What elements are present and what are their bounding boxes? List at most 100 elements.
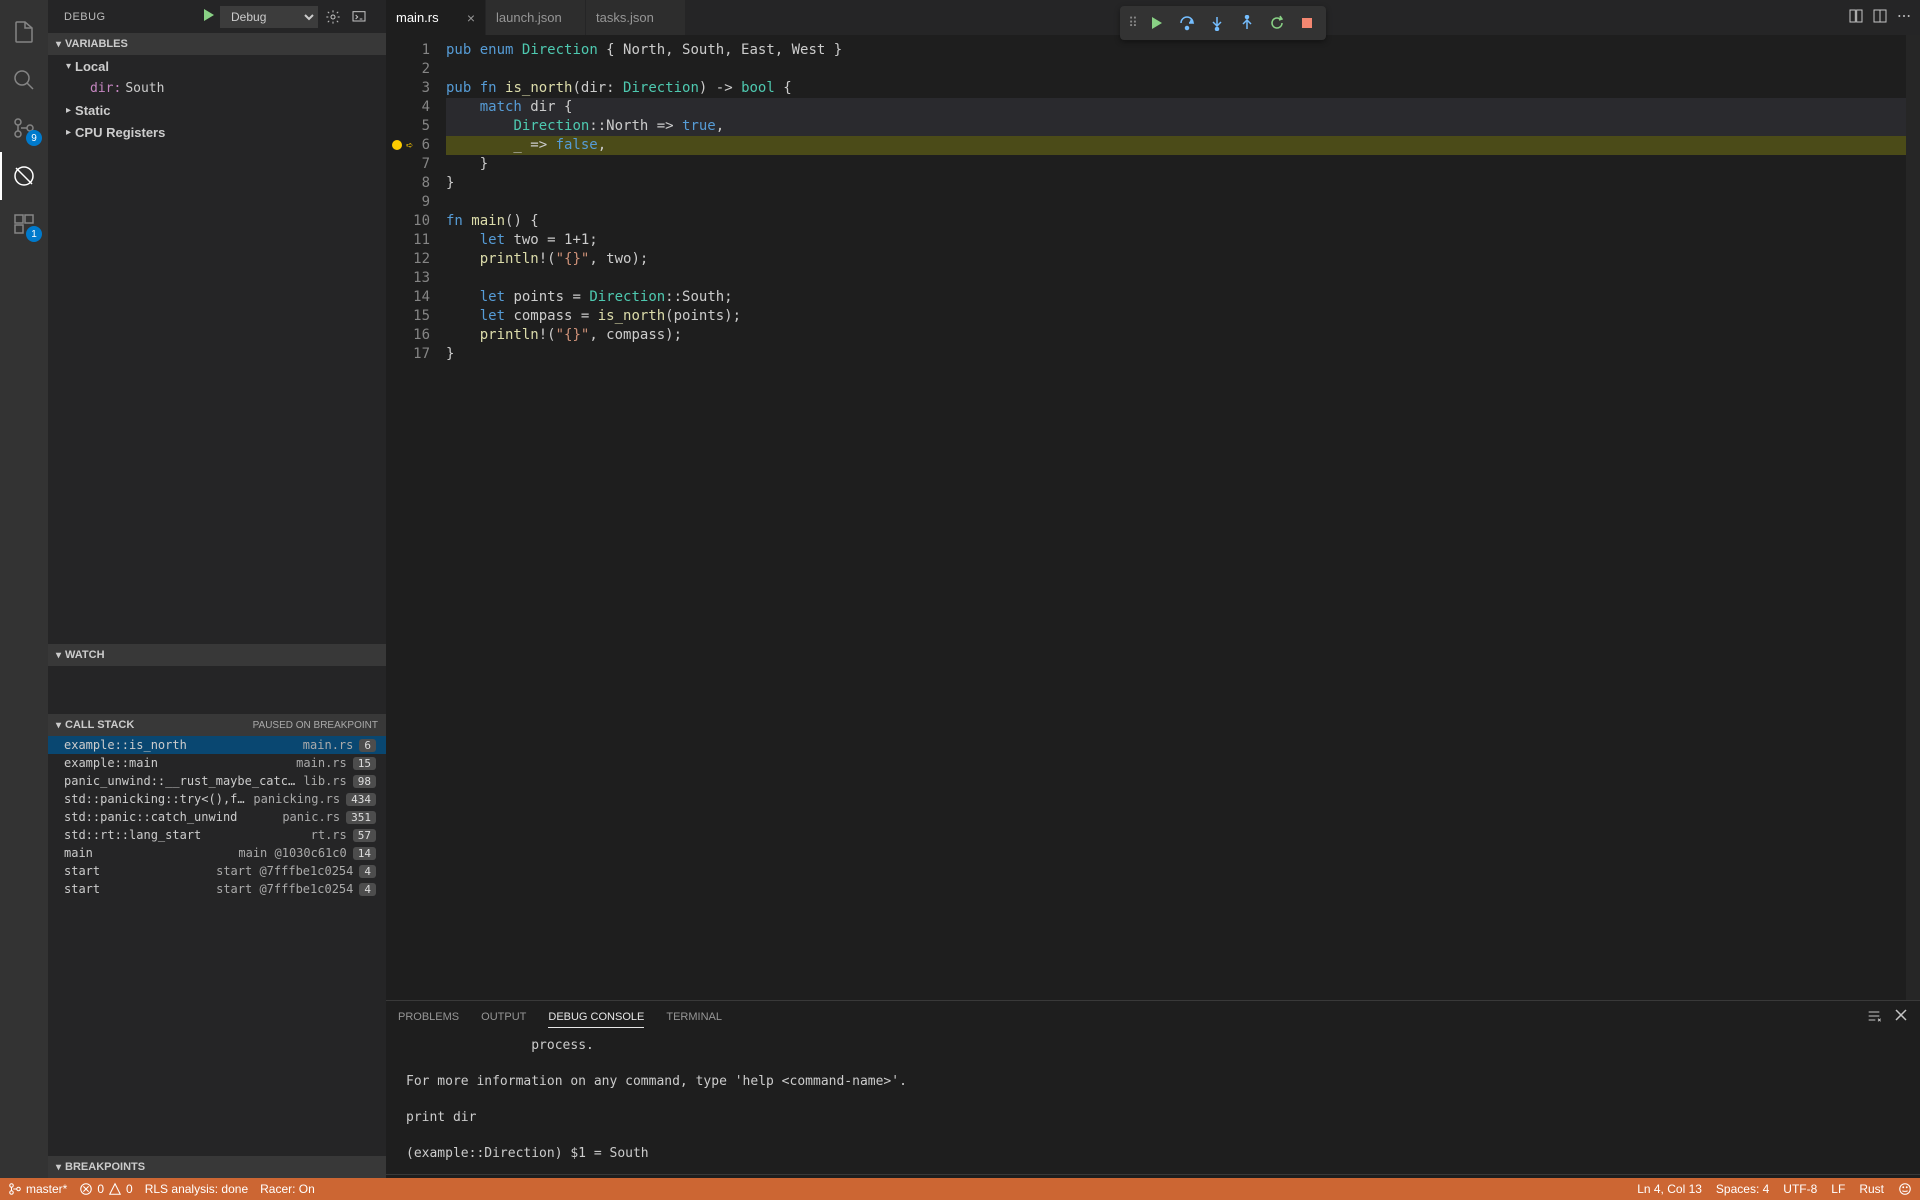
clear-console-icon[interactable]	[1866, 1008, 1882, 1027]
errors-status[interactable]: 0 0	[79, 1182, 132, 1196]
editor-tab[interactable]: main.rs×	[386, 0, 486, 35]
encoding-status[interactable]: UTF-8	[1783, 1182, 1817, 1196]
line-number[interactable]: 7	[386, 155, 430, 174]
callstack-label: CALL STACK	[65, 719, 134, 731]
console-line	[406, 1128, 1900, 1146]
line-number[interactable]: 5	[386, 117, 430, 136]
code-line[interactable]	[446, 193, 1906, 212]
more-icon[interactable]	[1896, 8, 1912, 27]
indent-status[interactable]: Spaces: 4	[1716, 1182, 1769, 1196]
code-line[interactable]: _ => false,	[446, 136, 1906, 155]
stack-frame[interactable]: std::rt::lang_startrt.rs57	[48, 826, 386, 844]
stack-frame[interactable]: panic_unwind::__rust_maybe_catch_panicli…	[48, 772, 386, 790]
line-number[interactable]: 17	[386, 345, 430, 364]
code-line[interactable]: }	[446, 345, 1906, 364]
debug-tab[interactable]	[0, 152, 48, 200]
callstack-header[interactable]: ▾ CALL STACK PAUSED ON BREAKPOINT	[48, 714, 386, 736]
line-number[interactable]: 15	[386, 307, 430, 326]
eol-status[interactable]: LF	[1831, 1182, 1845, 1196]
step-out-icon[interactable]	[1234, 10, 1260, 36]
stack-frame[interactable]: std::panic::catch_unwindpanic.rs351	[48, 808, 386, 826]
extensions-tab[interactable]: 1	[0, 200, 48, 248]
debug-console-output[interactable]: process.For more information on any comm…	[386, 1034, 1920, 1174]
line-number[interactable]: 1	[386, 41, 430, 60]
close-panel-icon[interactable]	[1894, 1008, 1908, 1027]
variable-dir[interactable]: dir: South	[48, 77, 386, 99]
panel-tab[interactable]: TERMINAL	[666, 1007, 722, 1028]
step-over-icon[interactable]	[1174, 10, 1200, 36]
code-line[interactable]: fn main() {	[446, 212, 1906, 231]
breakpoint-marker-icon[interactable]	[392, 140, 402, 150]
variables-header[interactable]: ▾ VARIABLES	[48, 33, 386, 55]
rls-status[interactable]: RLS analysis: done	[145, 1182, 248, 1196]
code-line[interactable]	[446, 269, 1906, 288]
stack-frame[interactable]: startstart @7fffbe1c02544	[48, 862, 386, 880]
code-line[interactable]: let points = Direction::South;	[446, 288, 1906, 307]
editor-scrollbar[interactable]	[1906, 35, 1920, 1000]
code-line[interactable]: match dir {	[446, 98, 1906, 117]
feedback-icon[interactable]	[1898, 1182, 1912, 1196]
restart-icon[interactable]	[1264, 10, 1290, 36]
code-line[interactable]	[446, 60, 1906, 79]
scope-cpu-registers[interactable]: ▸ CPU Registers	[48, 121, 386, 143]
search-tab[interactable]	[0, 56, 48, 104]
stack-frame[interactable]: mainmain @1030c61c014	[48, 844, 386, 862]
code-line[interactable]: }	[446, 174, 1906, 193]
line-number[interactable]: 4	[386, 98, 430, 117]
panel-tab[interactable]: OUTPUT	[481, 1007, 526, 1028]
frame-function: example::main	[64, 756, 290, 770]
explorer-tab[interactable]	[0, 8, 48, 56]
line-number[interactable]: 14	[386, 288, 430, 307]
continue-icon[interactable]	[1144, 10, 1170, 36]
close-icon[interactable]: ×	[467, 10, 475, 26]
editor[interactable]: 123456➪7891011121314151617 pub enum Dire…	[386, 35, 1920, 1000]
code-line[interactable]: }	[446, 155, 1906, 174]
line-number[interactable]: 13	[386, 269, 430, 288]
step-into-icon[interactable]	[1204, 10, 1230, 36]
line-number[interactable]: 2	[386, 60, 430, 79]
line-number[interactable]: 3	[386, 79, 430, 98]
panel-tab[interactable]: DEBUG CONSOLE	[548, 1007, 644, 1028]
console-line	[406, 1092, 1900, 1110]
stop-icon[interactable]	[1294, 10, 1320, 36]
code-line[interactable]: println!("{}", compass);	[446, 326, 1906, 345]
line-number[interactable]: 9	[386, 193, 430, 212]
code-line[interactable]: println!("{}", two);	[446, 250, 1906, 269]
chevron-down-icon: ▾	[56, 39, 61, 50]
compare-icon[interactable]	[1848, 8, 1864, 27]
variables-label: VARIABLES	[65, 38, 128, 50]
code-line[interactable]: Direction::North => true,	[446, 117, 1906, 136]
extensions-badge: 1	[26, 226, 42, 242]
code-line[interactable]: pub enum Direction { North, South, East,…	[446, 41, 1906, 60]
watch-header[interactable]: ▾ WATCH	[48, 644, 386, 666]
racer-status[interactable]: Racer: On	[260, 1182, 315, 1196]
code-line[interactable]: let compass = is_north(points);	[446, 307, 1906, 326]
start-debug-icon[interactable]	[200, 7, 216, 26]
stack-frame[interactable]: example::mainmain.rs15	[48, 754, 386, 772]
drag-handle-icon[interactable]: ⠿	[1126, 15, 1140, 31]
split-editor-icon[interactable]	[1872, 8, 1888, 27]
branch-status[interactable]: master*	[8, 1182, 67, 1196]
line-number[interactable]: 12	[386, 250, 430, 269]
editor-tab[interactable]: launch.json	[486, 0, 586, 35]
scope-static[interactable]: ▸ Static	[48, 99, 386, 121]
breakpoints-header[interactable]: ▾ BREAKPOINTS	[48, 1156, 386, 1178]
scm-tab[interactable]: 9	[0, 104, 48, 152]
cursor-position[interactable]: Ln 4, Col 13	[1637, 1182, 1702, 1196]
line-number[interactable]: 8	[386, 174, 430, 193]
code-line[interactable]: pub fn is_north(dir: Direction) -> bool …	[446, 79, 1906, 98]
stack-frame[interactable]: example::is_northmain.rs6	[48, 736, 386, 754]
scope-local[interactable]: ▾ Local	[48, 55, 386, 77]
code-line[interactable]: let two = 1+1;	[446, 231, 1906, 250]
line-number[interactable]: 11	[386, 231, 430, 250]
panel-tab[interactable]: PROBLEMS	[398, 1007, 459, 1028]
gear-icon[interactable]	[322, 6, 344, 28]
stack-frame[interactable]: startstart @7fffbe1c02544	[48, 880, 386, 898]
stack-frame[interactable]: std::panicking::try<(),fn()>panicking.rs…	[48, 790, 386, 808]
line-number[interactable]: 10	[386, 212, 430, 231]
language-status[interactable]: Rust	[1859, 1182, 1884, 1196]
editor-tab[interactable]: tasks.json	[586, 0, 686, 35]
line-number[interactable]: 16	[386, 326, 430, 345]
debug-config-select[interactable]: Debug	[220, 6, 318, 28]
console-icon[interactable]	[348, 6, 370, 28]
